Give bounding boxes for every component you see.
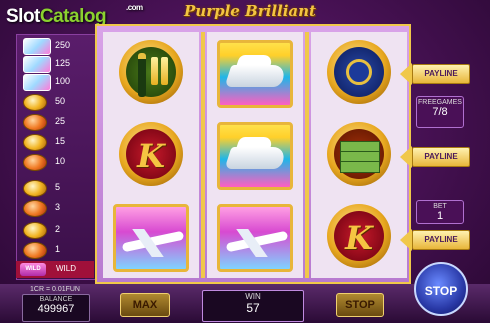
coin-icon [23, 180, 47, 197]
payout-value: 100 [55, 76, 71, 86]
bet-value: 1 [436, 210, 444, 222]
payline-indicator-2: PAYLINE [400, 146, 472, 168]
jet-card-icon [23, 56, 51, 73]
balance-box: BALANCE 499967 [22, 294, 90, 322]
win-box: WIN 57 [202, 290, 304, 322]
paytable-row: 5 [17, 179, 95, 197]
payout-value: 2 [55, 224, 61, 234]
payline-indicator-1: PAYLINE [400, 63, 472, 85]
logo-dotcom: .com [126, 3, 143, 12]
yacht-icon [217, 122, 293, 190]
coin-icon [23, 222, 47, 239]
paytable-row: 2 [17, 221, 95, 239]
wild-card-icon [23, 38, 51, 55]
payline-label: PAYLINE [412, 64, 470, 84]
arrow-left-icon [400, 146, 412, 168]
jet-icon [217, 204, 293, 272]
payout-value: 15 [55, 136, 66, 146]
payout-value: 3 [55, 202, 61, 212]
win-value: 57 [246, 301, 260, 315]
money-icon [327, 122, 391, 186]
logo-slot: Slot [6, 6, 40, 27]
payline-label: PAYLINE [412, 230, 470, 250]
wild-label: WILD [56, 264, 76, 273]
payout-value: 10 [55, 156, 66, 166]
balance-value: 499967 [37, 303, 75, 315]
paytable-row: 250 [17, 37, 95, 55]
yacht-icon [217, 40, 293, 108]
stop-button[interactable]: STOP [336, 293, 384, 317]
paytable-row: 1 [17, 241, 95, 259]
arrow-left-icon [400, 229, 412, 251]
reel-separator [305, 32, 309, 278]
max-bet-button[interactable]: MAX [120, 293, 170, 317]
paytable-row: 15 [17, 133, 95, 151]
reel-1: K [103, 32, 199, 278]
k-letter: K [137, 137, 165, 175]
paytable-row: 100 [17, 73, 95, 91]
win-label: WIN [245, 292, 261, 301]
freegames-box: FREEGAMES 7/8 [416, 96, 464, 128]
wild-icon: WILD [20, 263, 46, 276]
paytable-row: 10 [17, 153, 95, 171]
paytable-row: 125 [17, 55, 95, 73]
payout-value: 50 [55, 96, 66, 106]
reel-separator [201, 32, 205, 278]
paytable: 250 125 100 50 25 15 10 5 3 2 1 [16, 34, 96, 280]
k-icon: K [119, 122, 183, 186]
reel-2 [207, 32, 303, 278]
coin-icon [23, 134, 47, 151]
bet-label: BET [433, 203, 447, 210]
paytable-row: 3 [17, 199, 95, 217]
bet-box: BET 1 [416, 200, 464, 224]
slotcatalog-logo: SlotCatalog .com [6, 3, 143, 28]
balance-label: BALANCE [39, 296, 73, 303]
reel-3: K [311, 32, 407, 278]
freegames-label: FREEGAMES [418, 99, 462, 106]
payout-value: 5 [55, 182, 61, 192]
coin-icon [23, 200, 47, 217]
paytable-row: 50 [17, 93, 95, 111]
jet-icon [113, 204, 189, 272]
coin-icon [23, 114, 47, 131]
payout-value: 125 [55, 58, 71, 68]
payout-value: 250 [55, 40, 71, 50]
reel-frame: K K [95, 24, 411, 284]
watch-icon [327, 40, 391, 104]
freegames-value: 7/8 [432, 106, 448, 118]
coin-icon [23, 242, 47, 259]
payline-label: PAYLINE [412, 147, 470, 167]
k-letter: K [345, 219, 373, 257]
k-icon: K [327, 204, 391, 268]
wild-badge: WILD WILD [16, 261, 94, 278]
arrow-left-icon [400, 63, 412, 85]
paytable-row: 25 [17, 113, 95, 131]
payout-value: 25 [55, 116, 66, 126]
spin-stop-button[interactable]: STOP [414, 262, 468, 316]
payline-indicator-3: PAYLINE [400, 229, 472, 251]
coin-icon [23, 94, 47, 111]
game-title: Purple Brilliant [184, 2, 316, 20]
payout-value: 1 [55, 244, 61, 254]
champagne-icon [119, 40, 183, 104]
coin-icon [23, 154, 47, 171]
yacht-card-icon [23, 74, 51, 91]
credit-rate: 1CR = 0.01FUN [30, 286, 80, 293]
